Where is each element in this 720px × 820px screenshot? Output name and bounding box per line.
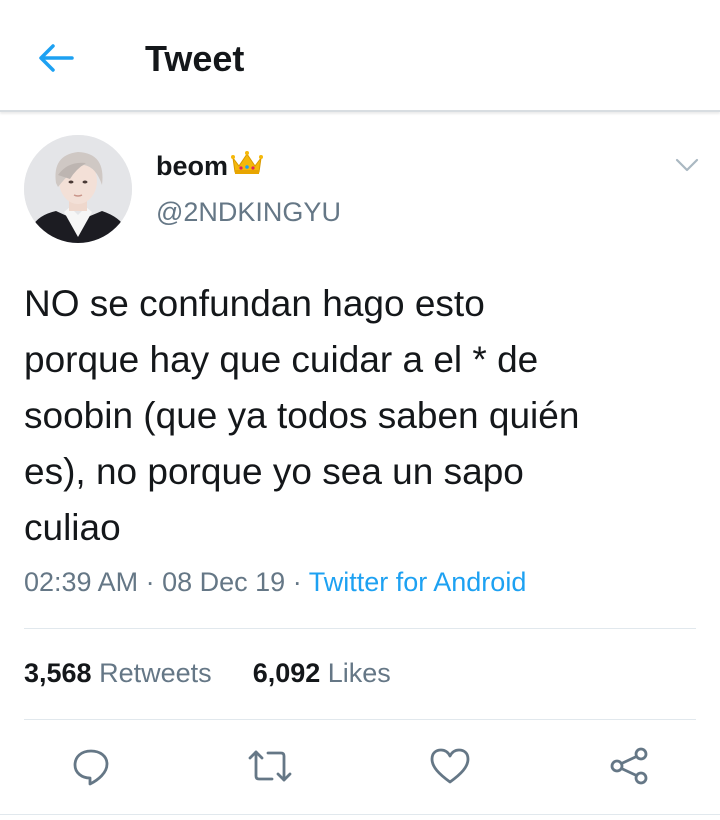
tweet-time: 02:39 AM	[24, 567, 139, 597]
tweet-meta: 02:39 AM · 08 Dec 19 · Twitter for Andro…	[24, 567, 526, 598]
divider	[24, 628, 696, 629]
chevron-down-icon[interactable]	[672, 152, 702, 178]
retweets-stat[interactable]: 3,568 Retweets	[24, 658, 219, 688]
tweet-source-link[interactable]: Twitter for Android	[309, 567, 527, 597]
meta-separator: ·	[145, 567, 155, 597]
likes-count: 6,092	[252, 658, 321, 688]
tweet-text-line: NO se confundan hago esto	[24, 283, 485, 324]
display-name-text: beom	[156, 151, 229, 181]
tweet-text-line: culiao	[24, 507, 121, 548]
meta-separator: ·	[292, 567, 302, 597]
username[interactable]: @2NDKINGYU	[156, 197, 341, 228]
divider	[24, 719, 696, 720]
tweet-stats: 3,568 Retweets 6,092 Likes	[24, 658, 391, 689]
top-app-bar: Tweet	[0, 0, 720, 112]
retweets-label: Retweets	[99, 658, 212, 688]
tweet-text: NO se confundan hago esto porque hay que…	[24, 276, 704, 556]
back-arrow-icon[interactable]	[34, 40, 78, 76]
share-icon[interactable]	[607, 744, 651, 788]
display-name[interactable]: beom	[156, 150, 264, 183]
reply-icon[interactable]	[69, 744, 113, 788]
divider	[0, 814, 720, 815]
crown-emoji-icon	[230, 150, 264, 183]
tweet-text-line: es), no porque yo sea un sapo	[24, 451, 524, 492]
retweet-icon[interactable]	[248, 744, 292, 788]
tweet-action-bar	[0, 744, 720, 794]
tweet-text-line: porque hay que cuidar a el * de	[24, 339, 539, 380]
tweet-text-line: soobin (que ya todos saben quién	[24, 395, 580, 436]
avatar[interactable]	[24, 135, 132, 243]
likes-label: Likes	[327, 658, 391, 688]
likes-stat[interactable]: 6,092 Likes	[245, 658, 391, 688]
retweets-count: 3,568	[24, 658, 92, 688]
tweet-date: 08 Dec 19	[162, 567, 286, 597]
page-title: Tweet	[145, 38, 245, 79]
like-icon[interactable]	[428, 744, 472, 788]
